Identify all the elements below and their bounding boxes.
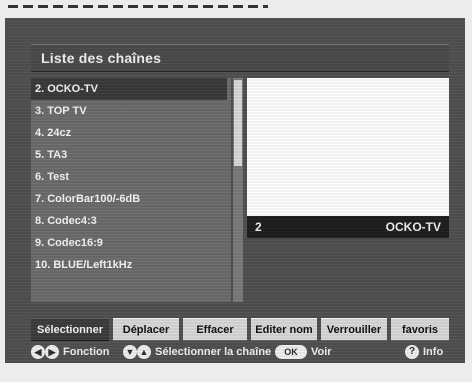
move-button[interactable]: Déplacer	[113, 318, 179, 341]
favorites-button[interactable]: favoris	[391, 318, 449, 341]
select-channel-label: Sélectionner la chaîne	[155, 346, 272, 358]
voir-label: Voir	[311, 346, 332, 358]
up-arrow-icon: ▲	[137, 345, 151, 359]
list-scrollbar[interactable]	[233, 78, 243, 302]
channel-item-selected[interactable]: 2. OCKO-TV	[31, 78, 227, 100]
channel-item[interactable]: 8. Codec4:3	[31, 210, 227, 232]
left-arrow-icon: ◀	[31, 345, 45, 359]
page-title: Liste des chaînes	[41, 50, 162, 66]
preview-info-bar: 2 OCKO-TV	[247, 216, 449, 238]
channel-item[interactable]: 5. TA3	[31, 144, 227, 166]
top-decoration	[8, 5, 268, 8]
channel-item[interactable]: 7. ColorBar100/-6dB	[31, 188, 227, 210]
info-icon: ?	[405, 345, 419, 359]
tv-screen: Liste des chaînes 2. OCKO-TV 3. TOP TV 4…	[5, 18, 465, 363]
channel-item[interactable]: 6. Test	[31, 166, 227, 188]
preview-channel-number: 2	[255, 220, 262, 234]
info-label: Info	[423, 346, 444, 358]
ok-key-icon: OK	[275, 345, 307, 359]
channel-item[interactable]: 4. 24cz	[31, 122, 227, 144]
scroll-thumb[interactable]	[234, 80, 242, 166]
channel-item[interactable]: 9. Codec16:9	[31, 232, 227, 254]
channel-item[interactable]: 10. BLUE/Left1kHz	[31, 254, 227, 276]
lock-button[interactable]: Verrouiller	[321, 318, 387, 341]
channel-preview	[247, 78, 449, 216]
channel-list: 2. OCKO-TV 3. TOP TV 4. 24cz 5. TA3 6. T…	[31, 78, 231, 302]
title-bar: Liste des chaînes	[31, 44, 449, 72]
right-arrow-icon: ▶	[45, 345, 59, 359]
down-arrow-icon: ▼	[123, 345, 137, 359]
delete-button[interactable]: Effacer	[183, 318, 247, 341]
help-bar: ◀ ▶ Fonction ▼ ▲ Sélectionner la chaîne …	[31, 344, 449, 363]
preview-channel-name: OCKO-TV	[385, 220, 441, 234]
fonction-label: Fonction	[63, 346, 110, 358]
rename-button[interactable]: Editer nom	[251, 318, 317, 341]
channel-item[interactable]: 3. TOP TV	[31, 100, 227, 122]
select-button[interactable]: Sélectionner	[31, 318, 109, 341]
